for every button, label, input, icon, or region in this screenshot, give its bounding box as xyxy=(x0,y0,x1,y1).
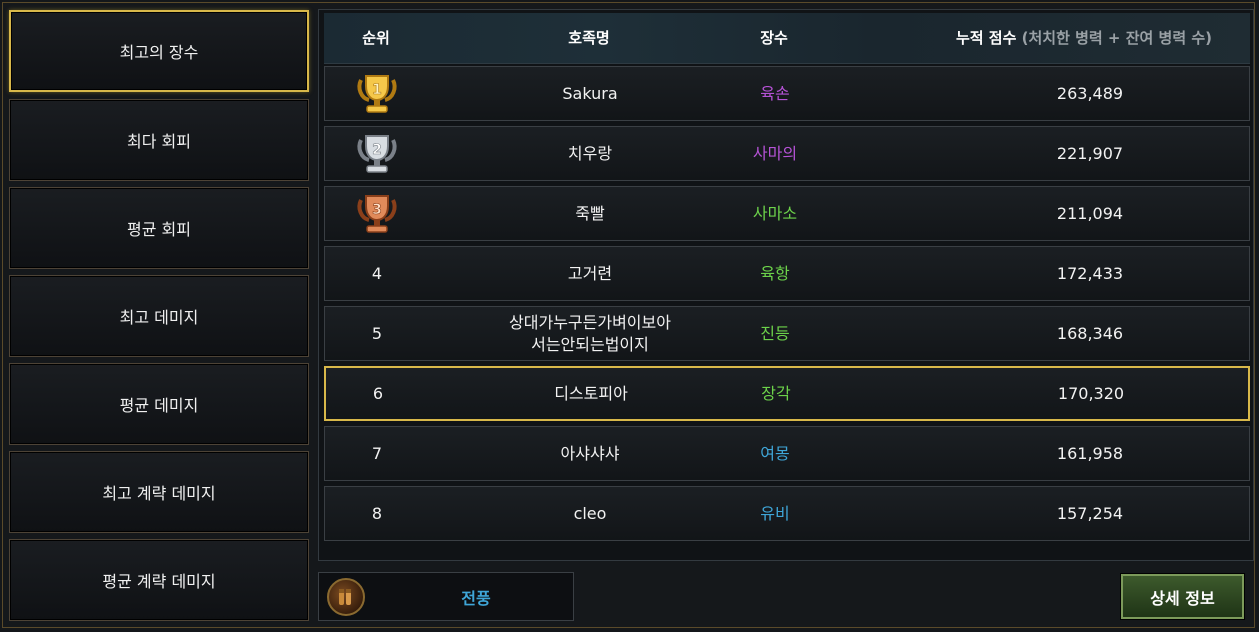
sidebar-item-label: 최다 회피 xyxy=(127,132,191,151)
clan-name-line: 상대가누구든가벼이보아 xyxy=(509,312,671,332)
rank-number: 6 xyxy=(372,383,384,403)
rank-cell: 8 xyxy=(325,487,429,540)
table-header: 순위 호족명 장수 누적 점수 (처치한 병력 + 잔여 병력 수) xyxy=(324,13,1250,64)
table-row[interactable]: 5 상대가누구든가벼이보아 서는안되는법이지 진등 168,346 xyxy=(324,306,1250,361)
score-value: 157,254 xyxy=(1056,503,1124,523)
clan-name-line: Sakura xyxy=(562,83,618,103)
score-value: 172,433 xyxy=(1056,263,1124,283)
clan-name-line: cleo xyxy=(573,503,607,523)
sidebar-item-max-damage[interactable]: 최고 데미지 xyxy=(9,275,309,357)
general-name: 여몽 xyxy=(760,443,790,463)
table-row[interactable]: 4 고거련 육항 172,433 xyxy=(324,246,1250,301)
clan-name-line: 디스토피아 xyxy=(554,383,628,403)
score-value: 221,907 xyxy=(1056,143,1124,163)
table-row[interactable]: 1 Sakura 육손 263,489 xyxy=(324,66,1250,121)
bronze-medal-icon: 3 xyxy=(357,194,397,233)
sidebar-item-best-general[interactable]: 최고의 장수 xyxy=(9,10,309,92)
rank-cell: 6 xyxy=(326,368,430,419)
skill-slot[interactable]: 전풍 xyxy=(318,572,574,621)
detail-info-label: 상세 정보 xyxy=(1150,588,1215,608)
clan-name-line: 아샤샤샤 xyxy=(560,443,620,463)
score-value: 161,958 xyxy=(1056,443,1124,463)
ranking-table: 순위 호족명 장수 누적 점수 (처치한 병력 + 잔여 병력 수) 1 Saku… xyxy=(318,9,1254,561)
general-name: 육손 xyxy=(760,83,790,103)
sidebar-item-label: 최고의 장수 xyxy=(119,43,199,62)
sidebar-item-avg-tactic-damage[interactable]: 평균 계략 데미지 xyxy=(9,539,309,621)
rank-cell: 2 xyxy=(325,127,429,180)
rank-number: 4 xyxy=(371,263,383,283)
clan-name-line: 고거련 xyxy=(567,263,613,283)
skill-label: 전풍 xyxy=(461,588,491,608)
rank-number: 7 xyxy=(371,443,383,463)
general-name: 유비 xyxy=(760,503,790,523)
clan-name-line: 죽빨 xyxy=(575,203,605,223)
rank-number: 3 xyxy=(372,202,382,218)
table-row[interactable]: 7 아샤샤샤 여몽 161,958 xyxy=(324,426,1250,481)
clan-name-line: 치우랑 xyxy=(567,143,613,163)
header-score-sub: (처치한 병력 + 잔여 병력 수) xyxy=(1021,29,1213,47)
sidebar-item-label: 최고 데미지 xyxy=(119,308,199,327)
score-value: 263,489 xyxy=(1056,83,1124,103)
bullets-icon xyxy=(327,578,365,616)
general-name: 장각 xyxy=(761,383,791,403)
rank-number: 5 xyxy=(371,323,383,343)
rank-cell: 3 xyxy=(325,187,429,240)
score-value: 170,320 xyxy=(1057,383,1125,403)
sidebar-item-label: 최고 계략 데미지 xyxy=(102,484,216,503)
rank-cell: 1 xyxy=(325,67,429,120)
score-value: 168,346 xyxy=(1056,323,1124,343)
clan-name-line: 서는안되는법이지 xyxy=(531,334,649,354)
rank-number: 8 xyxy=(371,503,383,523)
rank-cell: 4 xyxy=(325,247,429,300)
table-row[interactable]: 6 디스토피아 장각 170,320 xyxy=(324,366,1250,421)
rank-number: 1 xyxy=(372,82,382,98)
header-rank: 순위 xyxy=(362,29,390,47)
score-value: 211,094 xyxy=(1056,203,1124,223)
silver-medal-icon: 2 xyxy=(357,134,397,173)
rank-cell: 5 xyxy=(325,307,429,360)
header-general: 장수 xyxy=(760,29,788,47)
sidebar-item-most-evasion[interactable]: 최다 회피 xyxy=(9,99,309,181)
general-name: 진등 xyxy=(760,323,790,343)
general-name: 육항 xyxy=(760,263,790,283)
detail-info-button[interactable]: 상세 정보 xyxy=(1121,574,1244,619)
table-row[interactable]: 8 cleo 유비 157,254 xyxy=(324,486,1250,541)
general-name: 사마소 xyxy=(752,203,798,223)
rank-cell: 7 xyxy=(325,427,429,480)
header-score-label: 누적 점수 xyxy=(955,29,1017,47)
sidebar-item-avg-damage[interactable]: 평균 데미지 xyxy=(9,363,309,445)
sidebar-item-avg-evasion[interactable]: 평균 회피 xyxy=(9,187,309,269)
table-row[interactable]: 3 죽빨 사마소 211,094 xyxy=(324,186,1250,241)
table-row[interactable]: 2 치우랑 사마의 221,907 xyxy=(324,126,1250,181)
general-name: 사마의 xyxy=(752,143,798,163)
sidebar-item-max-tactic-damage[interactable]: 최고 계략 데미지 xyxy=(9,451,309,533)
sidebar-item-label: 평균 데미지 xyxy=(119,396,199,415)
gold-medal-icon: 1 xyxy=(357,74,397,113)
sidebar-item-label: 평균 계략 데미지 xyxy=(102,572,216,591)
rank-number: 2 xyxy=(372,142,382,158)
sidebar-item-label: 평균 회피 xyxy=(127,220,191,239)
header-score: 누적 점수 (처치한 병력 + 잔여 병력 수) xyxy=(924,13,1244,63)
